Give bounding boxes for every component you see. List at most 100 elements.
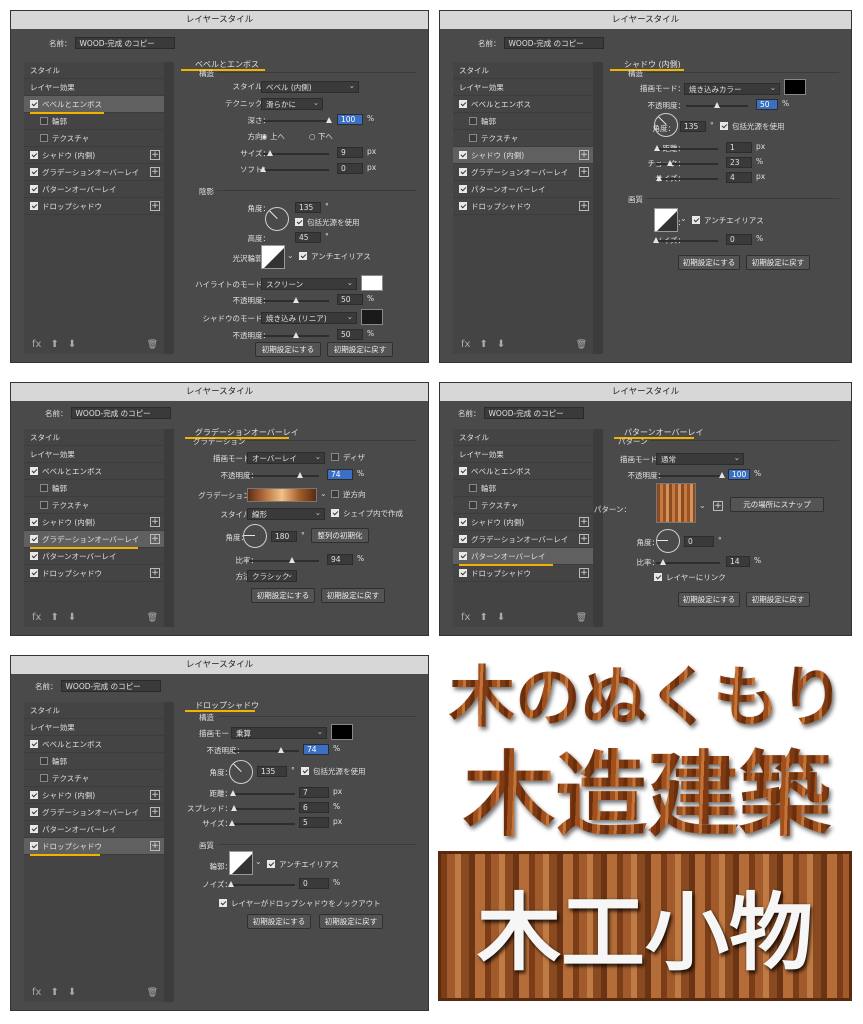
panel-item-texture[interactable]: テクスチャ [24,130,164,147]
arrow-up-icon[interactable]: ⬆ [50,612,58,623]
highlight-opacity-field[interactable]: 50 [337,294,363,305]
checkbox[interactable] [30,535,38,543]
checkbox[interactable] [459,100,467,108]
fx-icon[interactable]: fx [461,339,470,350]
chevron-down-icon[interactable]: ⌄ [255,857,262,866]
slider-knob[interactable] [231,805,238,811]
panel-item-bevel[interactable]: ベベルとエンボス [453,96,593,113]
checkbox[interactable] [459,168,467,176]
name-field[interactable]: WOOD-完成 のコピー [74,37,175,49]
shadow-color-swatch[interactable] [331,724,353,740]
scale-slider[interactable] [656,559,720,565]
panel-style-header[interactable]: スタイル [24,429,164,446]
checkbox[interactable] [40,484,48,492]
angle-field[interactable]: 135 [680,121,706,132]
panel-item-contour[interactable]: 輪郭 [24,113,164,130]
contour-picker[interactable] [229,851,253,875]
angle-dial[interactable] [265,207,289,231]
panel-layer-effects[interactable]: レイヤー効果 [24,79,164,96]
panel-scrollbar[interactable] [593,429,603,627]
checkbox[interactable] [40,757,48,765]
checkbox[interactable] [459,185,467,193]
snap-to-origin-button[interactable]: 元の場所にスナップ [730,497,824,512]
add-icon[interactable]: + [150,841,160,851]
panel-item-texture[interactable]: テクスチャ [453,497,593,514]
panel-style-header[interactable]: スタイル [453,429,593,446]
panel-item-contour[interactable]: 輪郭 [453,113,593,130]
distance-slider[interactable] [653,145,718,151]
panel-item-pattern-overlay[interactable]: パターンオーバーレイ [453,548,593,565]
panel-item-inner-shadow[interactable]: シャドウ (内側) + [453,514,593,531]
blend-mode-select[interactable]: 乗算 [231,726,327,739]
checkbox[interactable] [459,535,467,543]
size-field[interactable]: 5 [299,817,329,828]
panel-style-header[interactable]: スタイル [24,702,164,719]
slider-knob[interactable] [652,237,659,243]
size-field[interactable]: 9 [337,147,363,158]
checkbox[interactable] [30,552,38,560]
panel-item-inner-shadow[interactable]: シャドウ (内側) + [24,787,164,804]
checkbox[interactable] [469,501,477,509]
checkbox[interactable] [331,490,339,498]
checkbox[interactable] [459,552,467,560]
checkbox[interactable] [30,791,38,799]
shadow-color-swatch[interactable] [361,309,383,325]
chevron-down-icon[interactable]: ⌄ [320,489,327,498]
size-field[interactable]: 4 [726,172,752,183]
link-with-layer-checkbox[interactable]: レイヤーにリンク [654,572,726,584]
slider-knob[interactable] [297,472,304,478]
make-default-button[interactable]: 初期設定にする [255,342,321,357]
gradient-preview[interactable] [247,488,317,502]
checkbox[interactable] [40,501,48,509]
panel-item-bevel[interactable]: ベベルとエンボス [453,463,593,480]
make-default-button[interactable]: 初期設定にする [247,914,311,929]
angle-dial[interactable] [243,524,267,548]
add-icon[interactable]: + [579,517,589,527]
checkbox[interactable] [331,509,339,517]
checkbox[interactable] [469,484,477,492]
panel-item-drop-shadow[interactable]: ドロップシャドウ + [453,198,593,215]
slider-knob[interactable] [653,145,660,151]
checkbox[interactable] [331,453,339,461]
add-icon[interactable]: + [150,790,160,800]
panel-item-drop-shadow[interactable]: ドロップシャドウ + [453,565,593,582]
checkbox[interactable] [459,202,467,210]
depth-slider[interactable] [263,117,332,123]
trash-icon[interactable]: 🗑 [576,340,587,350]
soften-slider[interactable] [259,166,329,172]
slider-knob[interactable] [288,557,295,563]
name-field[interactable]: WOOD-完成 のコピー [483,407,584,419]
checkbox[interactable] [459,569,467,577]
panel-item-pattern-overlay[interactable]: パターンオーバーレイ [24,181,164,198]
scale-field[interactable]: 14 [726,556,750,567]
antialias-checkbox[interactable]: アンチエイリアス [299,251,371,263]
add-icon[interactable]: + [579,534,589,544]
slider-knob[interactable] [259,166,266,172]
checkbox[interactable] [219,899,227,907]
highlight-color-swatch[interactable] [361,275,383,291]
add-icon[interactable]: + [579,167,589,177]
panel-item-gradient-overlay[interactable]: グラデーションオーバーレイ + [453,164,593,181]
add-icon[interactable]: + [150,167,160,177]
panel-item-contour[interactable]: 輪郭 [453,480,593,497]
panel-item-pattern-overlay[interactable]: パターンオーバーレイ [453,181,593,198]
panel-layer-effects[interactable]: レイヤー効果 [24,446,164,463]
global-light-checkbox[interactable]: 包括光源を使用 [301,766,366,778]
panel-item-texture[interactable]: テクスチャ [453,130,593,147]
add-icon[interactable]: + [150,201,160,211]
arrow-up-icon[interactable]: ⬆ [50,987,58,998]
trash-icon[interactable]: 🗑 [147,613,158,623]
dither-checkbox[interactable]: ディザ [331,452,365,464]
pattern-preview[interactable] [656,483,696,523]
fx-icon[interactable]: fx [32,987,41,998]
depth-field[interactable]: 100 [337,114,363,125]
reverse-checkbox[interactable]: 逆方向 [331,489,366,501]
panel-item-contour[interactable]: 輪郭 [24,480,164,497]
choke-field[interactable]: 23 [726,157,752,168]
checkbox[interactable] [30,168,38,176]
slider-knob[interactable] [718,472,725,478]
panel-style-header[interactable]: スタイル [453,62,593,79]
panel-item-drop-shadow[interactable]: ドロップシャドウ + [24,838,164,855]
panel-item-inner-shadow[interactable]: シャドウ (内側) + [453,147,593,164]
antialias-checkbox[interactable]: アンチエイリアス [267,859,339,871]
